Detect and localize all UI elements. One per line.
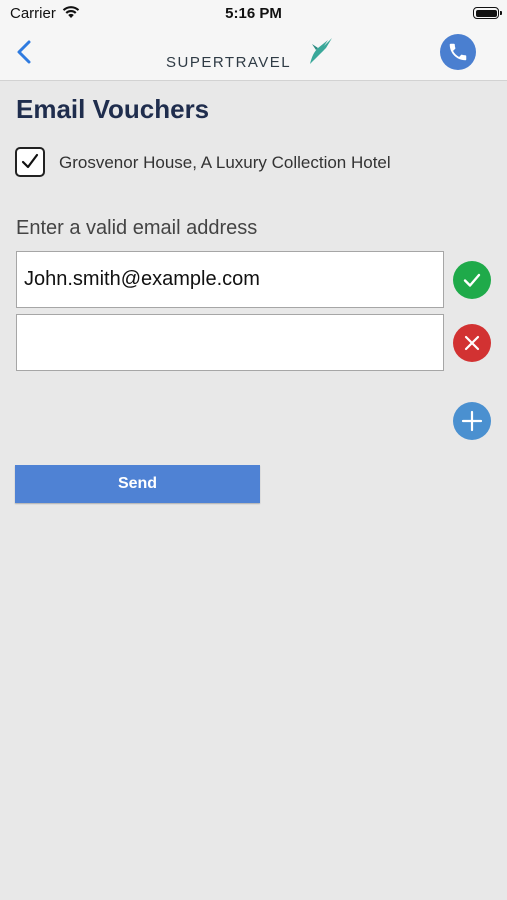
nav-bar: SUPERTRAVEL xyxy=(0,28,507,81)
add-email-button[interactable] xyxy=(453,402,491,440)
page-title: Email Vouchers xyxy=(16,94,210,124)
call-button[interactable] xyxy=(440,34,476,70)
send-button[interactable]: Send xyxy=(15,465,260,503)
phone-icon xyxy=(449,43,467,61)
back-button[interactable] xyxy=(10,36,42,68)
checkmark-icon xyxy=(463,273,481,287)
hotel-checkbox[interactable] xyxy=(15,147,45,177)
email-valid-indicator xyxy=(453,261,491,299)
email-field-2[interactable] xyxy=(16,314,444,371)
close-icon xyxy=(464,335,480,351)
status-time: 5:16 PM xyxy=(225,5,282,22)
logo-text: SUPERTRAVEL xyxy=(166,54,292,71)
checkmark-icon xyxy=(21,153,39,169)
hotel-label: Grosvenor House, A Luxury Collection Hot… xyxy=(59,153,391,172)
supertravel-logo: SUPERTRAVEL xyxy=(162,34,342,74)
chevron-left-icon xyxy=(17,40,31,64)
battery-icon xyxy=(473,7,502,19)
plus-icon xyxy=(461,410,483,432)
status-bar: Carrier 5:16 PM xyxy=(0,0,507,28)
email-instructions-label: Enter a valid email address xyxy=(16,217,258,239)
remove-email-button[interactable] xyxy=(453,324,491,362)
email-field-1[interactable] xyxy=(16,251,444,308)
hummingbird-icon xyxy=(310,38,332,64)
